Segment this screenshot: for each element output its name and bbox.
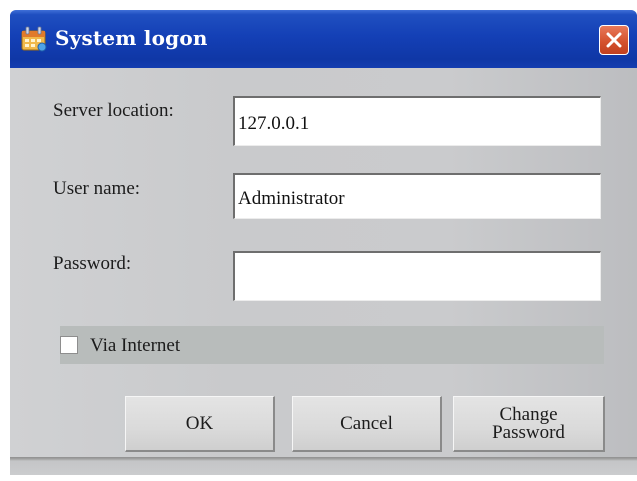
server-location-label: Server location: — [53, 100, 174, 121]
ok-button[interactable]: OK — [125, 396, 275, 452]
cancel-button[interactable]: Cancel — [292, 396, 442, 452]
via-internet-label: Via Internet — [90, 335, 181, 356]
change-password-label-line1: Change — [499, 403, 558, 425]
close-button[interactable] — [599, 25, 629, 55]
calendar-app-icon — [21, 26, 47, 52]
user-name-label: User name: — [53, 178, 141, 199]
ok-button-label: OK — [185, 412, 214, 434]
window-title: System logon — [55, 26, 208, 50]
cancel-button-label: Cancel — [340, 412, 393, 434]
user-name-input[interactable] — [233, 173, 601, 219]
server-location-input[interactable] — [233, 96, 601, 146]
change-password-button[interactable]: Change Password — [453, 396, 605, 452]
logon-dialog: System logon Server location: User name:… — [10, 10, 637, 475]
title-bar[interactable]: System logon — [10, 10, 637, 68]
password-label: Password: — [53, 253, 132, 274]
via-internet-checkbox[interactable] — [60, 336, 78, 354]
bottom-divider — [10, 457, 637, 475]
change-password-label-line2: Password — [492, 421, 565, 443]
password-input[interactable] — [233, 251, 601, 301]
